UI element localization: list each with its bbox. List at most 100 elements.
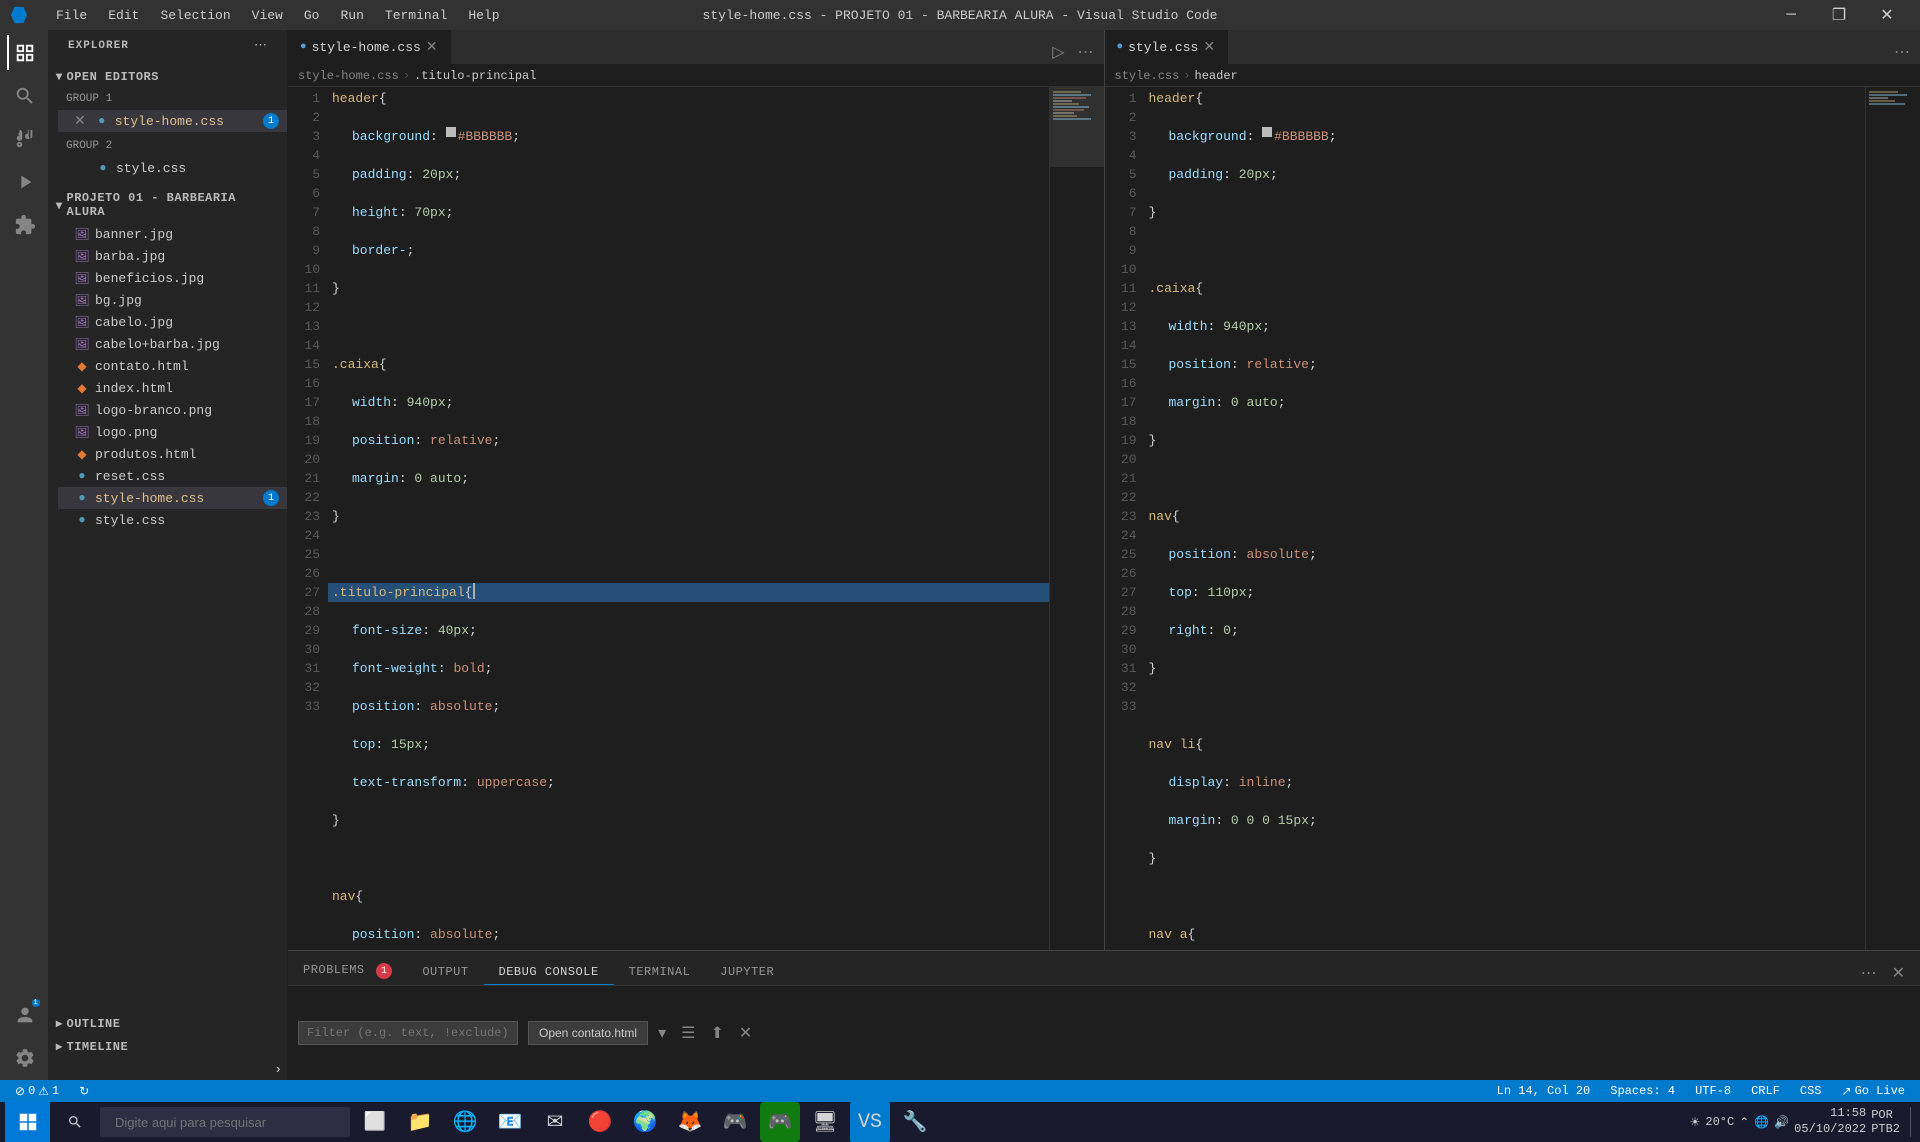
close-button[interactable]: ✕ <box>1864 0 1910 30</box>
show-desktop-icon[interactable] <box>1910 1107 1915 1137</box>
taskbar-sound-icon[interactable]: 🔊 <box>1774 1115 1789 1130</box>
activity-explorer-icon[interactable] <box>7 35 42 70</box>
activity-search-icon[interactable] <box>7 78 42 113</box>
file-cabelo[interactable]: 🖼cabelo.jpg <box>58 311 287 333</box>
dropdown-arrow-icon[interactable]: ▾ <box>653 1021 671 1045</box>
file-cabelo-barba[interactable]: 🖼cabelo+barba.jpg <box>58 333 287 355</box>
maximize-button[interactable]: ❐ <box>1816 0 1862 30</box>
breadcrumb-selector[interactable]: .titulo-principal <box>414 69 536 83</box>
time-display[interactable]: 11:58 05/10/2022 <box>1794 1106 1866 1137</box>
taskbar-app5-icon[interactable]: 🔧 <box>895 1102 935 1142</box>
code-content-right[interactable]: header { background: #BBBBBB; padding: 2… <box>1145 87 1866 950</box>
new-file-icon[interactable]: ⋯ <box>254 38 267 53</box>
taskbar-mail-icon[interactable]: ✉ <box>535 1102 575 1142</box>
taskbar-app2-icon[interactable]: 🌍 <box>625 1102 665 1142</box>
activity-source-control-icon[interactable] <box>7 121 42 156</box>
menu-view[interactable]: View <box>244 6 291 25</box>
list-view-icon[interactable]: ☰ <box>676 1021 700 1045</box>
expand-panel[interactable]: › <box>48 1058 287 1080</box>
menu-run[interactable]: Run <box>332 6 371 25</box>
tab-close-right-icon[interactable]: ✕ <box>1203 39 1215 56</box>
minimap-right[interactable] <box>1865 87 1920 950</box>
taskbar-edge-icon[interactable]: 🌐 <box>445 1102 485 1142</box>
start-button[interactable] <box>5 1102 50 1142</box>
project-header[interactable]: ▾ PROJETO 01 - BARBEARIA ALURA <box>48 187 287 223</box>
panel-action-icon[interactable]: ⋯ <box>1856 961 1882 985</box>
open-editors-header[interactable]: ▾ OPEN EDITORS <box>48 65 287 88</box>
taskbar-app1-icon[interactable]: 🔴 <box>580 1102 620 1142</box>
file-bg[interactable]: 🖼bg.jpg <box>58 289 287 311</box>
activity-account-icon[interactable]: 1 <box>7 997 42 1032</box>
tab-terminal[interactable]: TERMINAL <box>614 959 706 985</box>
file-style[interactable]: ●style.css <box>58 509 287 531</box>
taskbar-search-icon[interactable] <box>55 1102 95 1142</box>
status-git[interactable]: ↻ <box>74 1084 94 1099</box>
code-editor-left[interactable]: 12345 678910 1112131415 1617181920 21222… <box>288 87 1104 950</box>
status-golive[interactable]: ↗ Go Live <box>1837 1084 1910 1099</box>
close-panel-icon[interactable]: ✕ <box>734 1021 757 1045</box>
taskbar-network-icon[interactable]: 🌐 <box>1754 1115 1769 1130</box>
menu-help[interactable]: Help <box>460 6 507 25</box>
tab-style[interactable]: ● style.css ✕ <box>1105 30 1229 64</box>
filter-input[interactable] <box>298 1021 518 1045</box>
status-eol[interactable]: CRLF <box>1746 1084 1785 1099</box>
taskbar-app3-icon[interactable]: 🦊 <box>670 1102 710 1142</box>
file-reset[interactable]: ●reset.css <box>58 465 287 487</box>
status-encoding[interactable]: UTF-8 <box>1690 1084 1736 1099</box>
close-tab-icon[interactable]: ✕ <box>74 113 86 130</box>
file-style-home[interactable]: ● style-home.css 1 <box>58 487 287 509</box>
more-actions-right-icon[interactable]: ⋯ <box>1889 40 1915 64</box>
file-beneficios[interactable]: 🖼beneficios.jpg <box>58 267 287 289</box>
breadcrumb-file[interactable]: style-home.css <box>298 69 399 83</box>
file-contato[interactable]: ◆contato.html <box>58 355 287 377</box>
breadcrumb-file-r[interactable]: style.css <box>1115 69 1180 83</box>
tab-close-icon[interactable]: ✕ <box>426 39 438 56</box>
taskbar-app4-icon[interactable]: 🖥 <box>805 1102 845 1142</box>
tab-jupyter[interactable]: JUPYTER <box>705 959 789 985</box>
minimap-left[interactable] <box>1049 87 1104 950</box>
menu-go[interactable]: Go <box>296 6 328 25</box>
tab-output[interactable]: OUTPUT <box>407 959 483 985</box>
taskbar-chevron[interactable]: ⌃ <box>1739 1115 1749 1130</box>
tab-style-home[interactable]: ● style-home.css ✕ <box>288 30 451 64</box>
file-produtos[interactable]: ◆produtos.html <box>58 443 287 465</box>
expand-panel-icon[interactable]: ⬆ <box>705 1021 728 1045</box>
tab-debug-console[interactable]: DEBUG CONSOLE <box>484 959 614 985</box>
activity-settings-icon[interactable] <box>7 1040 42 1075</box>
minimize-button[interactable]: ─ <box>1768 0 1814 30</box>
open-editor-style[interactable]: ● style.css <box>58 157 287 179</box>
file-banner[interactable]: 🖼banner.jpg <box>58 223 287 245</box>
taskbar-file-explorer-icon[interactable]: 📁 <box>400 1102 440 1142</box>
file-logo-branco[interactable]: 🖼logo-branco.png <box>58 399 287 421</box>
taskbar-vs-icon[interactable]: VS <box>850 1102 890 1142</box>
panel-close-icon[interactable]: ✕ <box>1887 961 1910 985</box>
taskbar-xbox-icon[interactable]: 🎮 <box>760 1102 800 1142</box>
menu-file[interactable]: File <box>48 6 95 25</box>
file-logo[interactable]: 🖼logo.png <box>58 421 287 443</box>
open-editor-style-home[interactable]: ✕ ● style-home.css 1 <box>58 110 287 132</box>
activity-run-debug-icon[interactable] <box>7 164 42 199</box>
taskbar-search-input[interactable] <box>100 1107 350 1137</box>
outline-header[interactable]: ▸ OUTLINE <box>48 1012 287 1035</box>
status-position[interactable]: Ln 14, Col 20 <box>1492 1084 1596 1099</box>
taskbar-steam-icon[interactable]: 🎮 <box>715 1102 755 1142</box>
more-actions-icon[interactable]: ⋯ <box>1073 40 1099 64</box>
menu-edit[interactable]: Edit <box>100 6 147 25</box>
breadcrumb-selector-r[interactable]: header <box>1195 69 1238 83</box>
file-barba[interactable]: 🖼barba.jpg <box>58 245 287 267</box>
menu-selection[interactable]: Selection <box>152 6 238 25</box>
file-index[interactable]: ◆index.html <box>58 377 287 399</box>
status-spaces[interactable]: Spaces: 4 <box>1605 1084 1680 1099</box>
status-language[interactable]: CSS <box>1795 1084 1827 1099</box>
code-editor-right[interactable]: 12345 678910 1112131415 1617181920 21222… <box>1105 87 1920 950</box>
taskbar-outlook-icon[interactable]: 📧 <box>490 1102 530 1142</box>
tab-problems[interactable]: PROBLEMS 1 <box>288 957 407 986</box>
status-errors[interactable]: ⊘ 0 ⚠ 1 <box>10 1084 64 1099</box>
activity-extensions-icon[interactable] <box>7 207 42 242</box>
menu-terminal[interactable]: Terminal <box>377 6 455 25</box>
split-editor-icon[interactable]: ▷ <box>1047 40 1069 64</box>
timeline-header[interactable]: ▸ TIMELINE <box>48 1035 287 1058</box>
code-content-left[interactable]: header { background: #BBBBBB; padding: 2… <box>328 87 1049 950</box>
open-file-button[interactable]: Open contato.html <box>528 1021 648 1045</box>
taskbar-task-view-icon[interactable]: ⬜ <box>355 1102 395 1142</box>
